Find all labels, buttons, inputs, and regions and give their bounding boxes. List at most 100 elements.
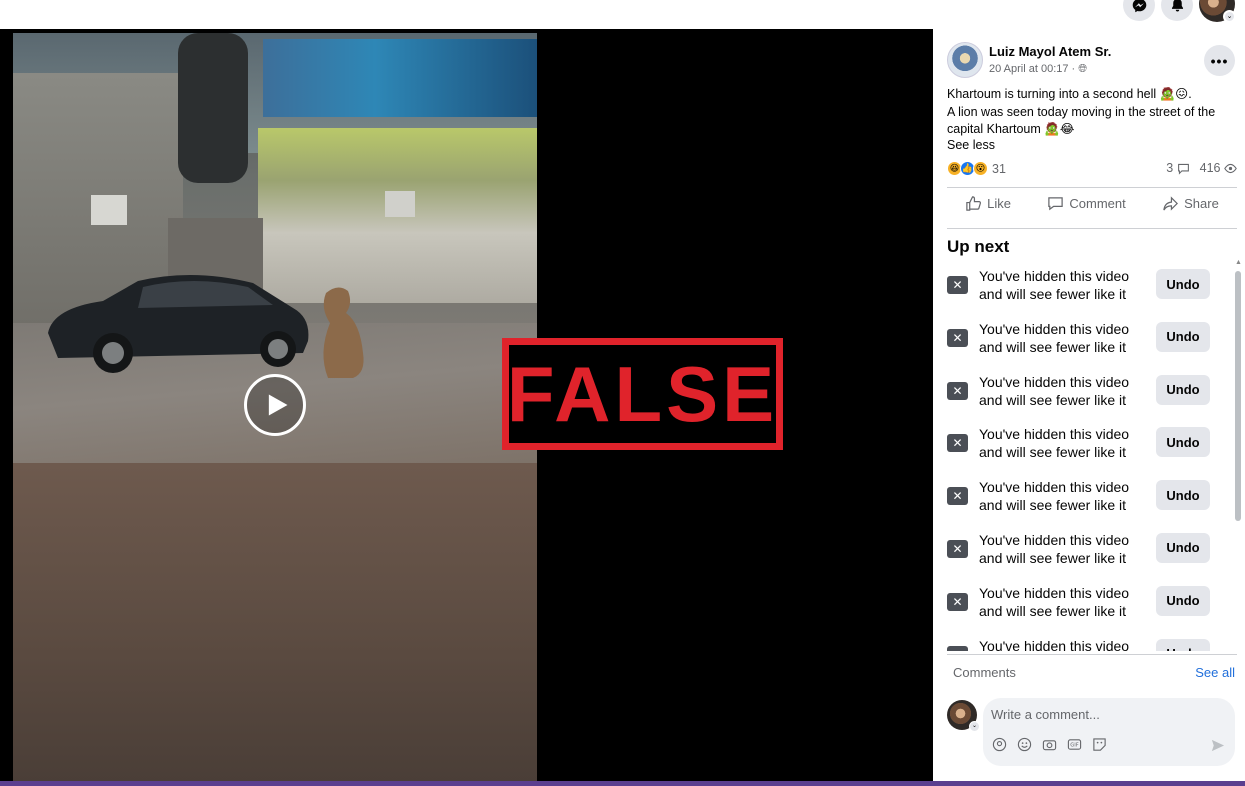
scene-ac-unit [91,195,127,225]
close-icon: ✕ [947,276,968,294]
undo-button[interactable]: Undo [1156,321,1210,352]
undo-button[interactable]: Undo [1156,374,1210,405]
false-stamp-label: FALSE [506,350,779,438]
more-options-button[interactable]: ••• [1204,45,1235,76]
hidden-video-message: You've hidden this video [979,637,1130,651]
post-timestamp[interactable]: 20 April at 00:17 · 🌐︎ [989,63,1087,76]
play-button[interactable] [244,374,306,436]
close-icon: ✕ [947,645,968,651]
scroll-up-arrow-icon[interactable]: ▲ [1235,259,1242,266]
scene-ac-unit [385,191,415,217]
close-icon: ✕ [947,328,968,347]
close-icon: ✕ [947,487,968,506]
comment-count: 3 [1166,161,1174,175]
close-icon: ✕ [947,434,968,453]
hidden-video-message: You've hidden this video and will see fe… [979,373,1130,408]
undo-button[interactable]: Undo [1156,480,1210,511]
undo-button[interactable]: Undo [1156,585,1210,616]
reaction-count: 31 [992,161,1006,176]
top-right-controls: ⌄ [1123,0,1236,23]
scene-car [48,274,309,373]
hidden-video-item: ✕ You've hidden this video and will see … [947,266,1232,319]
comment-count-link[interactable]: 3 [1166,161,1189,175]
hidden-video-message: You've hidden this video and will see fe… [979,268,1130,302]
author-name[interactable]: Luiz Mayol Atem Sr. [989,44,1111,59]
notifications-bell-icon [1171,0,1183,11]
comment-bubble-icon [1177,164,1189,175]
author-avatar[interactable] [947,42,983,78]
eye-icon [1224,164,1237,174]
scene-ground [13,463,537,781]
divider [947,228,1237,229]
sticker-icon[interactable] [1091,736,1107,752]
comment-tools: GIF [991,736,1107,752]
gif-icon[interactable]: GIF [1066,736,1082,752]
video-frame [13,33,537,781]
emoji-icon[interactable] [1016,736,1032,752]
undo-button[interactable]: Undo [1156,532,1210,563]
up-next-heading: Up next [947,237,1010,256]
hidden-video-message: You've hidden this video and will see fe… [979,320,1130,355]
undo-button[interactable]: Undo [1156,427,1210,458]
comment-input[interactable]: Write a comment... GIF [983,698,1235,766]
hidden-video-message: You've hidden this video and will see fe… [979,426,1130,461]
hidden-video-item: ✕ You've hidden this video and will see … [947,583,1232,636]
comment-placeholder: Write a comment... [991,707,1100,722]
account-avatar[interactable]: ⌄ [1199,0,1236,23]
messenger-button[interactable] [1123,0,1155,21]
play-icon [268,394,288,416]
ellipsis-icon: ••• [1210,52,1229,69]
like-label: Like [987,196,1012,211]
see-all-comments-link[interactable]: See all [1195,665,1235,680]
scene-lion [323,287,364,378]
comment-icon [1048,197,1064,211]
share-icon [1163,196,1179,211]
wow-reaction-icon: 😮 [973,161,988,176]
post-text-line: capital Khartoum 🧟😂 [947,122,1075,136]
divider [947,187,1237,188]
share-button[interactable]: Share [1162,195,1219,212]
undo-button[interactable]: Undo [1156,269,1210,299]
view-count: 416 [1199,161,1221,175]
false-fact-check-stamp: FALSE [502,338,783,450]
hidden-video-item: ✕ You've hidden this video and will see … [947,530,1232,583]
undo-button[interactable]: Undo [1156,638,1210,651]
share-label: Share [1184,196,1219,211]
post-header: Luiz Mayol Atem Sr. 20 April at 00:17 · … [947,42,1237,82]
post-stats: 3 416 [1166,161,1237,175]
bottom-accent-bar [0,781,1245,786]
hidden-video-item: ✕ You've hidden this video and will see … [947,424,1232,477]
up-next-scrollbar[interactable]: ▲ [1235,259,1242,649]
see-less-link[interactable]: See less [947,138,995,152]
hidden-video-message: You've hidden this video and will see fe… [979,531,1130,566]
top-bar: ⌄ [0,0,1245,29]
reactions-summary[interactable]: 😆 👍 😮 31 [947,161,1006,176]
notifications-button[interactable] [1161,0,1193,21]
hidden-video-item: ✕ You've hidden this video and will see … [947,372,1232,425]
divider [947,654,1237,655]
post-text-line: Khartoum is turning into a second hell 🧟… [947,87,1192,101]
hidden-video-message: You've hidden this video and will see fe… [979,584,1130,619]
hidden-video-item: ✕ You've hidden this video and will see … [947,477,1232,530]
close-icon: ✕ [947,592,968,611]
chevron-down-icon: ⌄ [969,721,980,732]
chevron-down-icon: ⌄ [1223,10,1236,23]
post-time-text: 20 April at 00:17 · [989,63,1079,75]
svg-text:GIF: GIF [1070,742,1078,748]
hidden-video-item: ✕ You've hidden this video and will see … [947,319,1232,372]
scene-pillar [178,33,248,183]
close-icon: ✕ [947,539,968,558]
scene-shop-sign [263,39,537,117]
post-text: Khartoum is turning into a second hell 🧟… [947,86,1239,139]
camera-icon[interactable] [1041,736,1057,752]
scroll-thumb[interactable] [1235,271,1241,521]
like-button[interactable]: Like [965,195,1011,212]
comment-button[interactable]: Comment [1047,195,1126,212]
commenter-avatar[interactable]: ⌄ [947,700,980,732]
avatar-sticker-icon[interactable] [991,736,1007,752]
post-side-panel: Luiz Mayol Atem Sr. 20 April at 00:17 · … [933,29,1245,781]
send-icon[interactable] [1210,738,1225,758]
video-player[interactable]: FALSE [0,29,933,781]
comments-label: Comments [953,665,1016,680]
post-actions: Like Comment Share [947,195,1237,212]
